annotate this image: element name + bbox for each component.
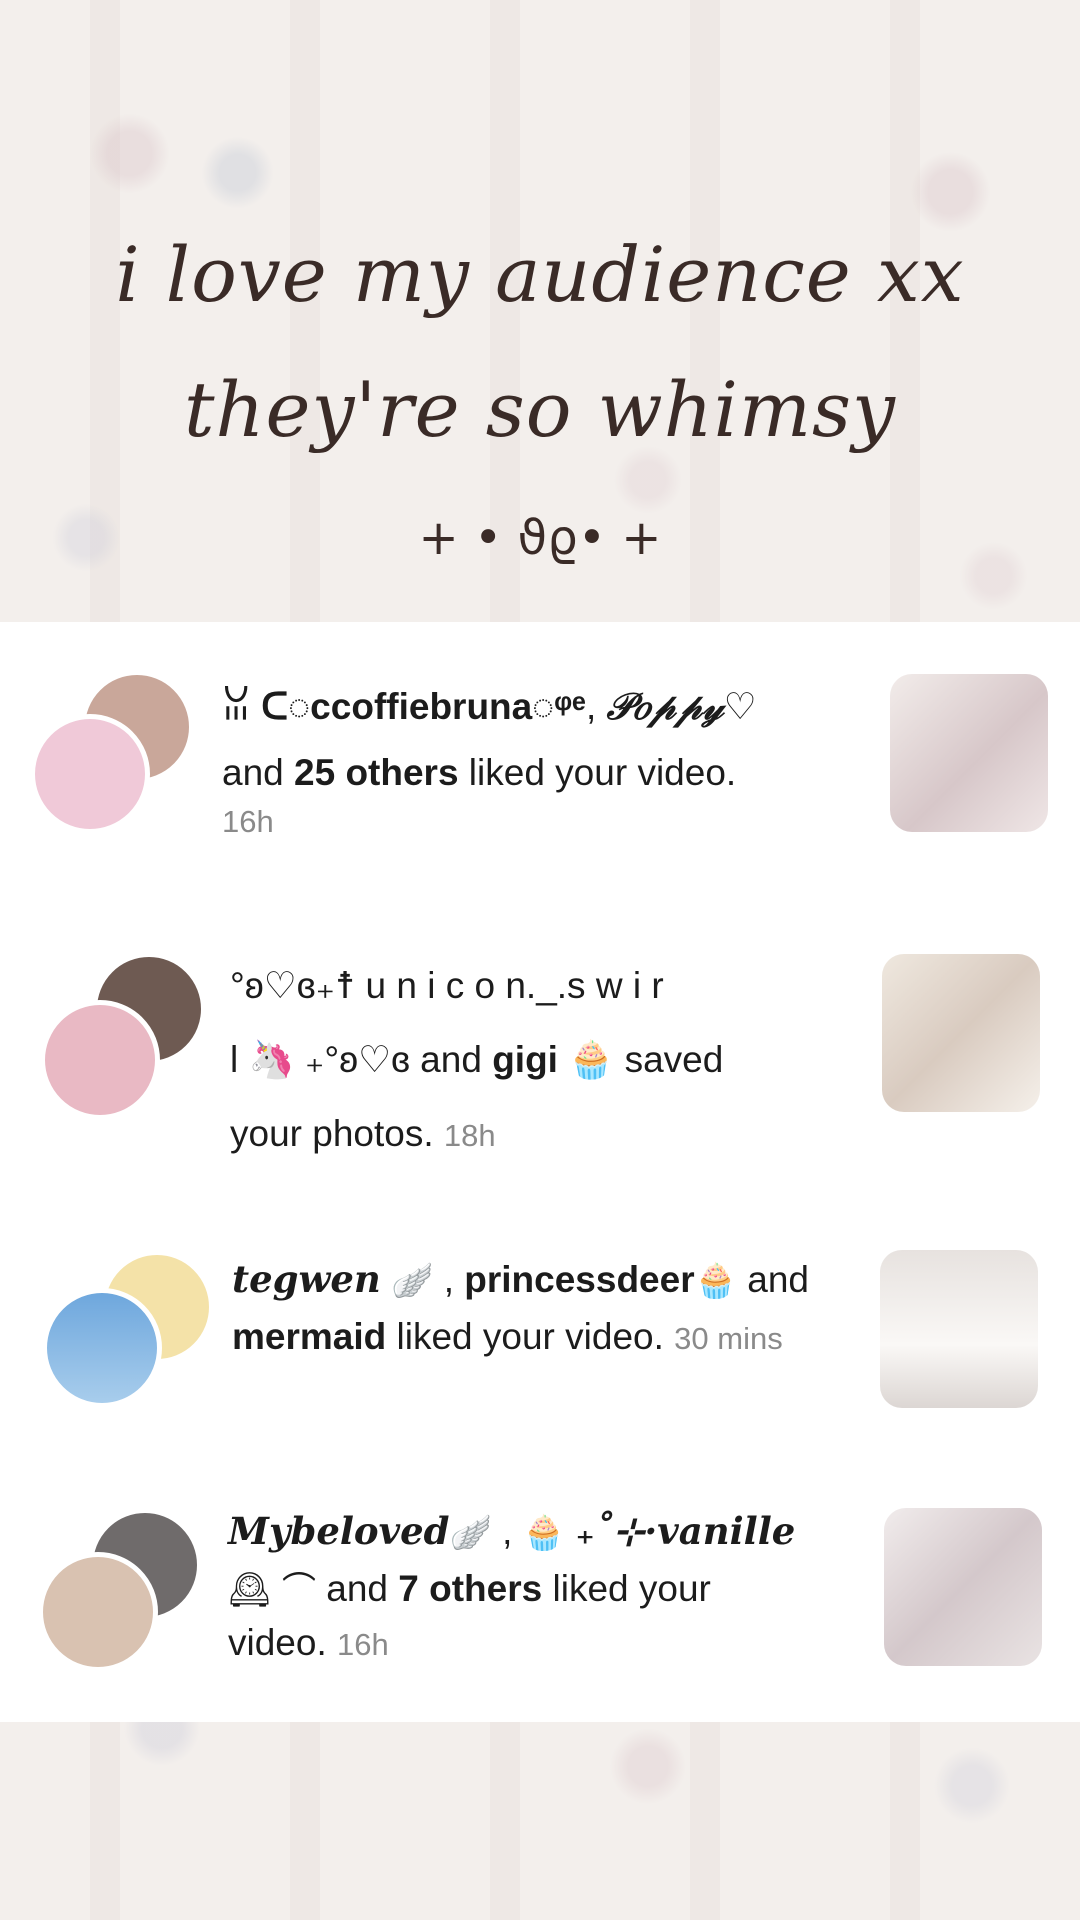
username[interactable]: mermaid: [232, 1316, 386, 1357]
avatar[interactable]: [40, 1000, 160, 1120]
avatar[interactable]: [30, 714, 150, 834]
timestamp: 30 mins: [674, 1321, 783, 1356]
clock-icon: 🕰 ⌒: [228, 1570, 316, 1610]
avatar-stack[interactable]: [30, 952, 206, 1122]
video-thumbnail[interactable]: [884, 1508, 1042, 1666]
others-count[interactable]: 25 others: [294, 752, 459, 793]
avatar-stack[interactable]: [30, 1508, 202, 1678]
username[interactable]: ꈍ ᑕ◌ccoffiebruna◌ᵠᵉ: [222, 686, 586, 727]
avatar[interactable]: [42, 1288, 162, 1408]
notification-text: °ʚ♡ɞ₊☨ u n i c o n._.s w i r l 🦄 ₊°ʚ♡ɞ a…: [230, 950, 850, 1170]
caption-header: i love my audience xx they're so whimsy …: [0, 0, 1080, 620]
avatar-stack[interactable]: [30, 670, 200, 840]
notification-row[interactable]: °ʚ♡ɞ₊☨ u n i c o n._.s w i r l 🦄 ₊°ʚ♡ɞ a…: [0, 952, 1080, 1162]
username[interactable]: ₊˚⊹·vanille: [575, 1509, 795, 1553]
notifications-panel: ꈍ ᑕ◌ccoffiebruna◌ᵠᵉ, 𝒫𝑜𝓅𝓅𝓎♡ and 25 other…: [0, 622, 1080, 1722]
notification-row[interactable]: ꈍ ᑕ◌ccoffiebruna◌ᵠᵉ, 𝒫𝑜𝓅𝓅𝓎♡ and 25 other…: [0, 670, 1080, 850]
timestamp: 16h: [222, 804, 274, 839]
wing-icon: 🪽: [391, 1261, 434, 1301]
notification-text: ꈍ ᑕ◌ccoffiebruna◌ᵠᵉ, 𝒫𝑜𝓅𝓅𝓎♡ and 25 other…: [222, 670, 842, 840]
caption-line-1: i love my audience xx: [115, 230, 965, 319]
avatar[interactable]: [38, 1552, 158, 1672]
username[interactable]: 𝒫𝑜𝓅𝓅𝓎♡: [607, 684, 757, 728]
wing-icon: 🪽: [449, 1513, 492, 1553]
timestamp: 18h: [443, 1118, 496, 1153]
notification-text: tegwen 🪽 , princessdeer🧁 and mermaid lik…: [232, 1257, 809, 1357]
username[interactable]: °ʚ♡ɞ₊☨ u n i c o n._.s w i r: [230, 950, 850, 1024]
photo-thumbnail[interactable]: [882, 954, 1040, 1112]
caption-decoration: + • ϑϱ• +: [418, 510, 662, 566]
username[interactable]: tegwen: [232, 1257, 381, 1301]
notification-row[interactable]: Mybeloved🪽 , 🧁 ₊˚⊹·vanille 🕰 ⌒ and 7 oth…: [0, 1508, 1080, 1698]
username[interactable]: gigi: [492, 1039, 558, 1080]
notification-row[interactable]: tegwen 🪽 , princessdeer🧁 and mermaid lik…: [0, 1250, 1080, 1420]
others-count[interactable]: 7 others: [398, 1568, 542, 1609]
username[interactable]: Mybeloved: [228, 1509, 450, 1553]
username[interactable]: princessdeer: [464, 1259, 694, 1300]
avatar-stack[interactable]: [30, 1250, 214, 1420]
video-thumbnail[interactable]: [890, 674, 1048, 832]
video-thumbnail[interactable]: [880, 1250, 1038, 1408]
timestamp: 16h: [337, 1627, 389, 1662]
caption-line-2: they're so whimsy: [184, 365, 896, 454]
cupcake-icon: 🧁: [522, 1513, 566, 1553]
cupcake-icon: 🧁: [694, 1261, 737, 1301]
notification-text: Mybeloved🪽 , 🧁 ₊˚⊹·vanille 🕰 ⌒ and 7 oth…: [228, 1509, 796, 1663]
